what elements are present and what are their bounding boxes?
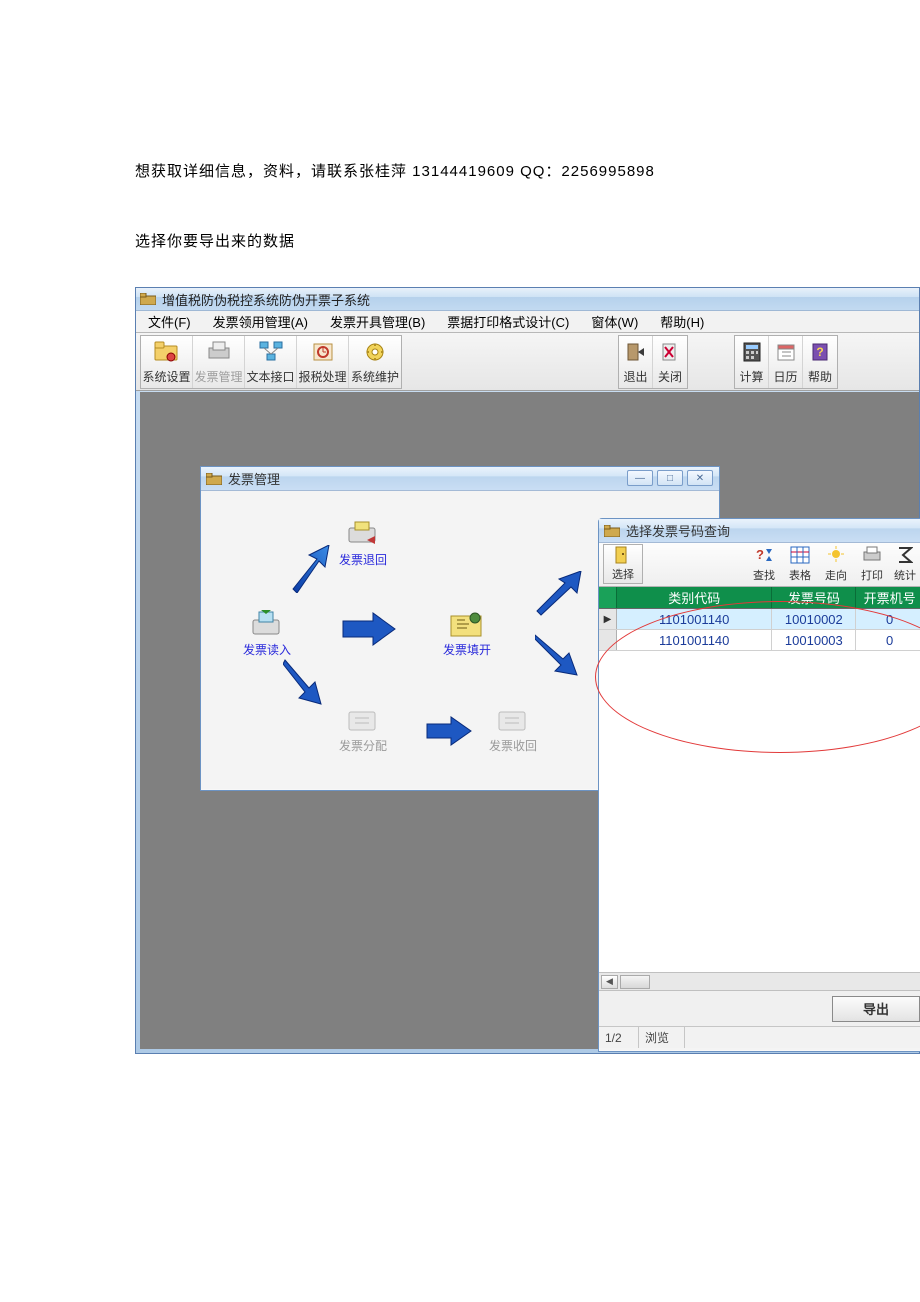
menu-help[interactable]: 帮助(H)	[654, 312, 710, 331]
calculator-icon	[737, 338, 767, 366]
arrow-icon	[423, 715, 475, 749]
doc-instruction-line: 选择你要导出来的数据	[135, 228, 295, 255]
table-row[interactable]: 1101001140 10010003 0	[599, 630, 920, 651]
gear-icon	[360, 338, 390, 366]
calendar-icon	[771, 338, 801, 366]
close-button[interactable]: ✕	[687, 470, 713, 486]
node-invoice-recall: 发票收回	[489, 705, 537, 754]
table-row[interactable]: ▶ 1101001140 10010002 0	[599, 609, 920, 630]
arrow-icon	[535, 631, 585, 677]
main-toolbar: 系统设置 发票管理 文本接口 报税处理 系统维护	[136, 333, 919, 391]
recall-icon	[493, 705, 533, 737]
arrow-icon	[289, 545, 333, 593]
minimize-button[interactable]: —	[627, 470, 653, 486]
qtb-table[interactable]: 表格	[782, 544, 818, 584]
folder-icon	[604, 524, 620, 538]
select-door-icon	[612, 545, 634, 565]
printer-in-icon	[247, 609, 287, 641]
qtb-stat[interactable]: 统计	[890, 544, 920, 584]
menu-file[interactable]: 文件(F)	[142, 312, 197, 331]
sun-go-icon	[825, 544, 847, 566]
col-machine[interactable]: 开票机号	[856, 587, 920, 608]
grid-icon	[789, 544, 811, 566]
app-title: 增值税防伪税控系统防伪开票子系统	[162, 290, 370, 309]
app-icon	[140, 292, 156, 306]
assign-icon	[343, 705, 383, 737]
query-bottom-bar: 导出	[599, 990, 920, 1026]
app-titlebar[interactable]: 增值税防伪税控系统防伪开票子系统	[136, 288, 919, 311]
invoice-query-title: 选择发票号码查询	[626, 521, 730, 540]
qtb-select[interactable]: 选择	[603, 544, 643, 584]
query-toolbar: 选择 ? 查找 表格 走向	[599, 543, 920, 587]
qtb-print[interactable]: 打印	[854, 544, 890, 584]
status-page: 1/2	[599, 1027, 639, 1048]
door-exit-icon	[621, 338, 651, 366]
arrow-icon	[283, 658, 327, 706]
node-invoice-assign: 发票分配	[339, 705, 387, 754]
folder-key-icon	[152, 338, 182, 366]
tb-help[interactable]: ? 帮助	[803, 336, 837, 388]
tax-clock-icon	[308, 338, 338, 366]
doc-contact-line: 想获取详细信息，资料，请联系张桂萍 13144419609 QQ：2256995…	[135, 158, 655, 185]
svg-text:?: ?	[816, 345, 823, 359]
qtb-go[interactable]: 走向	[818, 544, 854, 584]
export-button[interactable]: 导出	[832, 996, 920, 1022]
find-icon: ?	[753, 544, 775, 566]
network-icon	[256, 338, 286, 366]
row-indicator-icon	[599, 630, 617, 650]
menu-print-design[interactable]: 票据打印格式设计(C)	[441, 312, 575, 331]
tb-system-maint[interactable]: 系统维护	[349, 336, 401, 388]
horizontal-scrollbar[interactable]: ◀	[599, 972, 920, 990]
sigma-icon	[894, 544, 916, 566]
printer-return-icon	[343, 519, 383, 551]
menu-window[interactable]: 窗体(W)	[585, 312, 644, 331]
node-invoice-return[interactable]: 发票退回	[339, 519, 387, 568]
window-controls: — □ ✕	[627, 470, 713, 486]
tb-tax-process[interactable]: 报税处理	[297, 336, 349, 388]
app-window: 增值税防伪税控系统防伪开票子系统 文件(F) 发票领用管理(A) 发票开具管理(…	[135, 287, 920, 1054]
menu-issue-mgmt[interactable]: 发票开具管理(B)	[324, 312, 431, 331]
node-invoice-fill[interactable]: 发票填开	[443, 609, 491, 658]
qtb-find[interactable]: ? 查找	[746, 544, 782, 584]
svg-text:?: ?	[756, 547, 764, 562]
close-doc-icon	[655, 338, 685, 366]
write-icon	[447, 609, 487, 641]
status-mode: 浏览	[639, 1027, 685, 1048]
arrow-icon	[535, 571, 585, 617]
scroll-thumb[interactable]	[620, 975, 650, 989]
tb-close[interactable]: 关闭	[653, 336, 687, 388]
tb-exit[interactable]: 退出	[619, 336, 653, 388]
tb-calculator[interactable]: 计算	[735, 336, 769, 388]
col-invoice-num[interactable]: 发票号码	[772, 587, 856, 608]
invoice-mgmt-title: 发票管理	[228, 469, 280, 488]
menu-receive-mgmt[interactable]: 发票领用管理(A)	[207, 312, 314, 331]
menubar: 文件(F) 发票领用管理(A) 发票开具管理(B) 票据打印格式设计(C) 窗体…	[136, 311, 919, 333]
mdi-workspace: 发票管理 — □ ✕ 发票退回 发票读入	[140, 392, 919, 1049]
node-invoice-read[interactable]: 发票读入	[243, 609, 291, 658]
arrow-icon	[339, 611, 399, 649]
folder-icon	[206, 472, 222, 486]
maximize-button[interactable]: □	[657, 470, 683, 486]
col-category-code[interactable]: 类别代码	[617, 587, 773, 608]
grid-header: 类别代码 发票号码 开票机号	[599, 587, 920, 609]
print-icon	[861, 544, 883, 566]
tb-calendar[interactable]: 日历	[769, 336, 803, 388]
query-statusbar: 1/2 浏览	[599, 1026, 920, 1048]
tb-invoice-mgmt: 发票管理	[193, 336, 245, 388]
tb-text-interface[interactable]: 文本接口	[245, 336, 297, 388]
invoice-mgmt-titlebar[interactable]: 发票管理 — □ ✕	[201, 467, 719, 491]
tb-system-settings[interactable]: 系统设置	[141, 336, 193, 388]
help-book-icon: ?	[805, 338, 835, 366]
scroll-left-icon[interactable]: ◀	[601, 975, 618, 989]
printer-icon	[204, 338, 234, 366]
invoice-query-window: 选择发票号码查询 选择 ? 查找	[598, 518, 920, 1052]
invoice-query-titlebar[interactable]: 选择发票号码查询	[599, 519, 920, 543]
row-indicator-icon: ▶	[599, 609, 617, 629]
